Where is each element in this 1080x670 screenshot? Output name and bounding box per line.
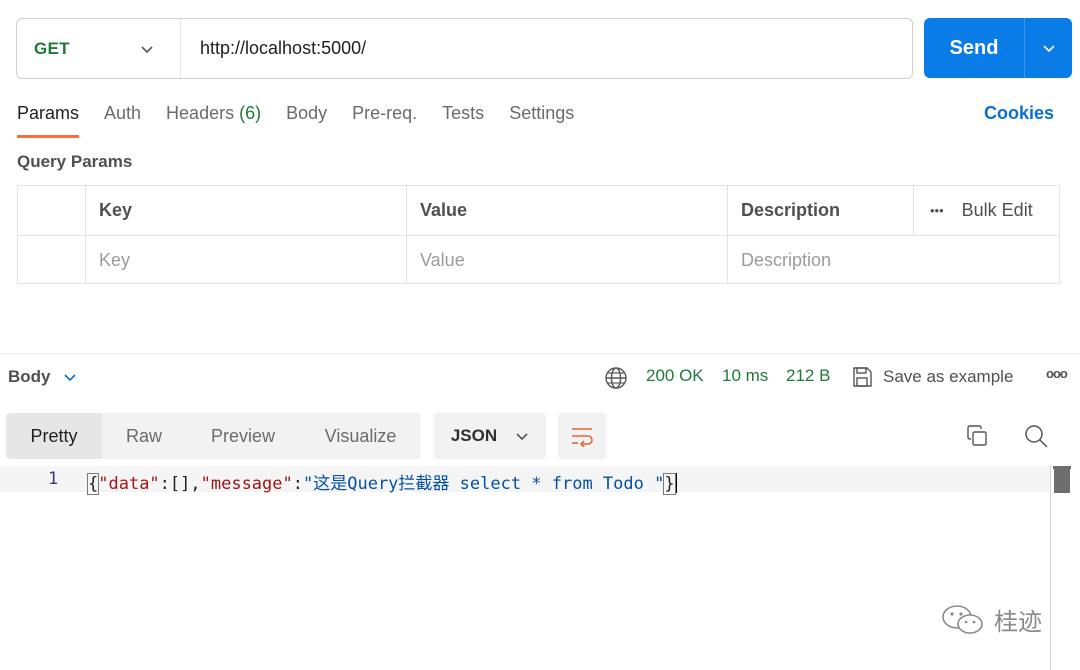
- scrollbar-thumb[interactable]: [1054, 468, 1070, 493]
- wrap-lines-icon: [572, 428, 593, 447]
- globe-icon-svg: [605, 367, 627, 389]
- send-button-group: Send: [924, 18, 1072, 78]
- tab-visualize[interactable]: Visualize: [300, 413, 421, 459]
- more-options-icon[interactable]: ooo: [1046, 366, 1068, 381]
- url-input[interactable]: http://localhost:5000/: [181, 19, 912, 78]
- tab-label: Tests: [442, 103, 485, 123]
- text-cursor: [674, 473, 677, 493]
- wechat-icon: [942, 604, 983, 634]
- line-number: 1: [48, 469, 59, 489]
- column-header-value: Value: [407, 186, 728, 235]
- tab-label: Settings: [509, 103, 575, 123]
- tab-settings[interactable]: Settings: [509, 100, 574, 138]
- open-brace: {: [86, 473, 100, 495]
- more-icon: •••: [930, 203, 944, 218]
- json-string-value: "这是Query拦截器 select * from Todo ": [303, 474, 665, 494]
- scrollbar-track: [1050, 466, 1051, 670]
- response-size[interactable]: 212 B: [786, 366, 830, 386]
- wrap-lines-button[interactable]: [558, 413, 606, 459]
- tab-label: Params: [17, 103, 80, 123]
- response-code-editor[interactable]: 1 {"data":[],"message":"这是Query拦截器 selec…: [0, 466, 1074, 670]
- chevron-down-icon: [516, 433, 528, 441]
- send-button[interactable]: Send: [924, 37, 1024, 60]
- tab-pre-request[interactable]: Pre-req.: [352, 100, 417, 138]
- save-icon: [853, 367, 872, 387]
- json-punct: :[],: [159, 474, 201, 494]
- table-header-row: Key Value Description ••• Bulk Edit: [18, 186, 1059, 235]
- search-button[interactable]: [1020, 420, 1052, 452]
- chevron-down-icon: [63, 374, 76, 382]
- key-input[interactable]: Key: [86, 236, 407, 284]
- value-input[interactable]: Value: [407, 236, 728, 284]
- tab-label: Headers: [166, 103, 235, 123]
- format-select[interactable]: JSON: [434, 413, 546, 459]
- response-body-dropdown[interactable]: Body: [8, 367, 77, 387]
- save-as-example-label: Save as example: [883, 367, 1014, 386]
- tab-auth[interactable]: Auth: [104, 100, 141, 138]
- code-line: {"data":[],"message":"这是Query拦截器 select …: [86, 469, 677, 495]
- response-format-tabs: Pretty Raw Preview Visualize: [6, 413, 421, 459]
- params-table: Key Value Description ••• Bulk Edit Key …: [17, 185, 1060, 284]
- tab-tests[interactable]: Tests: [442, 100, 484, 138]
- query-params-title: Query Params: [17, 152, 133, 171]
- tab-params[interactable]: Params: [17, 100, 80, 138]
- json-punct: :: [292, 474, 303, 494]
- watermark: 桂迹: [940, 602, 1042, 637]
- tab-raw[interactable]: Raw: [102, 413, 186, 459]
- tab-headers[interactable]: Headers (6): [166, 100, 261, 138]
- response-time[interactable]: 10 ms: [722, 366, 768, 386]
- response-divider: [0, 353, 1080, 354]
- tab-preview[interactable]: Preview: [186, 413, 300, 459]
- description-input[interactable]: Description: [728, 236, 1059, 284]
- status-code[interactable]: 200 OK: [646, 366, 704, 386]
- tab-body[interactable]: Body: [286, 100, 327, 138]
- request-tabs: Params Auth Headers (6) Body Pre-req. Te…: [17, 100, 599, 138]
- save-as-example-button[interactable]: Save as example: [851, 366, 1013, 388]
- json-key-message: "message": [200, 474, 293, 494]
- json-key-data: "data": [98, 474, 160, 494]
- tab-pretty[interactable]: Pretty: [6, 413, 102, 459]
- method-select[interactable]: GET: [17, 19, 181, 78]
- headers-count: (6): [239, 103, 262, 123]
- method-label: GET: [34, 38, 70, 58]
- checkbox-column: [18, 186, 86, 235]
- bulk-edit-label: Bulk Edit: [961, 200, 1033, 220]
- bulk-edit-button[interactable]: ••• Bulk Edit: [930, 200, 1033, 221]
- copy-icon: [967, 425, 987, 446]
- search-icon: [1025, 425, 1048, 448]
- row-checkbox-cell: [18, 236, 86, 284]
- tab-label: Auth: [104, 103, 142, 123]
- chevron-down-icon: [1042, 45, 1055, 53]
- cookies-link[interactable]: Cookies: [984, 103, 1054, 124]
- tab-label: Pre-req.: [352, 103, 418, 123]
- tab-label: Body: [286, 103, 328, 123]
- format-select-label: JSON: [450, 426, 498, 445]
- column-header-key: Key: [86, 186, 407, 235]
- bulk-edit-cell: ••• Bulk Edit: [914, 186, 1059, 235]
- url-bar: GET http://localhost:5000/: [16, 18, 913, 79]
- close-brace: }: [663, 473, 676, 495]
- column-header-description: Description: [728, 186, 914, 235]
- globe-icon[interactable]: [604, 366, 628, 390]
- watermark-text: 桂迹: [994, 609, 1042, 636]
- send-dropdown-button[interactable]: [1025, 41, 1072, 55]
- table-row: Key Value Description: [18, 235, 1059, 284]
- copy-button[interactable]: [961, 420, 993, 452]
- response-body-label: Body: [8, 367, 51, 386]
- chevron-down-icon: [141, 45, 153, 53]
